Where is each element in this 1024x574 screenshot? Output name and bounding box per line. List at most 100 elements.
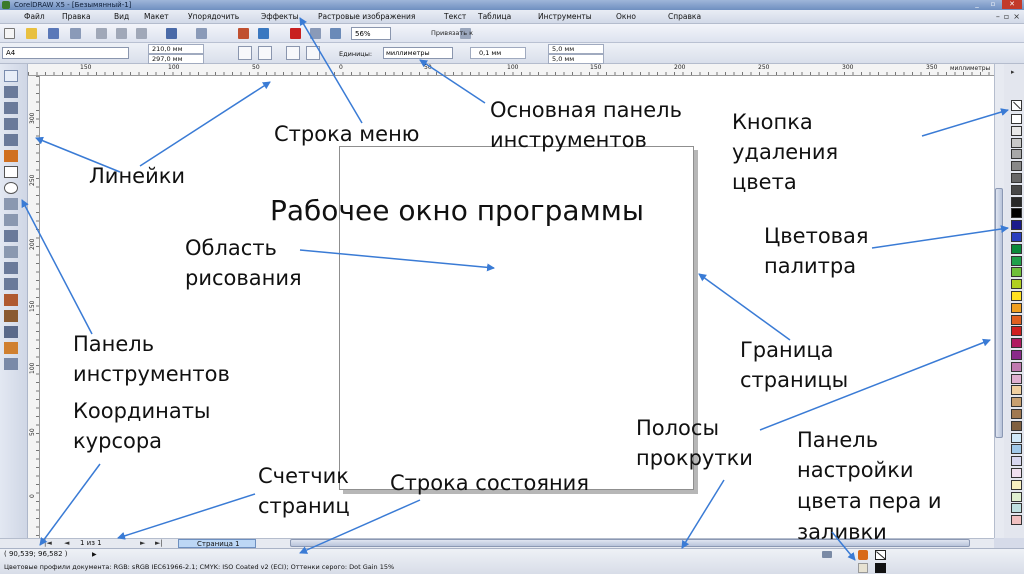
- menu-text[interactable]: Текст: [444, 10, 466, 24]
- palette-swatch[interactable]: [1011, 125, 1022, 136]
- menu-bitmaps[interactable]: Растровые изображения: [318, 10, 415, 24]
- table-tool-icon[interactable]: [4, 246, 18, 258]
- undo-icon[interactable]: [166, 28, 177, 39]
- palette-swatch[interactable]: [1011, 491, 1022, 502]
- dimension-tool-icon[interactable]: [4, 262, 18, 274]
- crop-tool-icon[interactable]: [4, 102, 18, 114]
- palette-swatch[interactable]: [1011, 350, 1022, 360]
- pick-tool-icon[interactable]: [4, 70, 18, 82]
- cut-icon[interactable]: [96, 28, 107, 39]
- palette-swatch[interactable]: [1011, 361, 1022, 372]
- portrait-button[interactable]: [238, 46, 252, 60]
- palette-swatch[interactable]: [1011, 338, 1022, 349]
- palette-swatch[interactable]: [1011, 243, 1022, 254]
- palette-swatch[interactable]: [1011, 468, 1022, 478]
- palette-swatch[interactable]: [1011, 314, 1022, 325]
- shape-tool-icon[interactable]: [4, 86, 18, 98]
- palette-swatch[interactable]: [1011, 432, 1022, 443]
- import-icon[interactable]: [238, 28, 249, 39]
- menu-help[interactable]: Справка: [668, 10, 701, 24]
- palette-swatch[interactable]: [1011, 173, 1022, 183]
- connector-tool-icon[interactable]: [4, 278, 18, 290]
- new-icon[interactable]: [4, 28, 15, 39]
- palette-swatch[interactable]: [1011, 444, 1022, 455]
- eyedropper-tool-icon[interactable]: [4, 310, 18, 322]
- palette-swatch[interactable]: [1011, 149, 1022, 160]
- menu-arrange[interactable]: Упорядочить: [188, 10, 239, 24]
- outline-color-swatch[interactable]: [875, 563, 886, 573]
- menu-layout[interactable]: Макет: [144, 10, 169, 24]
- palette-swatch[interactable]: [1011, 397, 1022, 408]
- palette-swatch[interactable]: [1011, 267, 1022, 278]
- close-button[interactable]: ✕: [1002, 0, 1022, 9]
- fill-color-swatch[interactable]: [875, 550, 886, 560]
- minimize-button[interactable]: _: [970, 0, 984, 9]
- zoom-tool-icon[interactable]: [4, 118, 18, 130]
- palette-swatch[interactable]: [1011, 515, 1022, 526]
- first-page-button[interactable]: |◄: [44, 539, 52, 547]
- doc-close-icon[interactable]: ×: [1013, 10, 1020, 24]
- palette-swatch[interactable]: [1011, 326, 1022, 337]
- page-height-field[interactable]: 297,0 мм: [148, 54, 204, 64]
- color-profiles-text[interactable]: Цветовые профили документа: RGB: sRGB IE…: [4, 563, 394, 571]
- menu-view[interactable]: Вид: [114, 10, 129, 24]
- palette-swatch[interactable]: [1011, 184, 1022, 195]
- previous-page-button[interactable]: ◄: [64, 539, 69, 547]
- palette-swatch[interactable]: [1011, 420, 1022, 431]
- camera-icon[interactable]: [822, 551, 832, 558]
- next-page-button[interactable]: ►: [140, 539, 145, 547]
- current-page-button[interactable]: [306, 46, 320, 60]
- blend-tool-icon[interactable]: [4, 294, 18, 306]
- palette-menu-icon[interactable]: ▸: [1011, 68, 1015, 76]
- paste-icon[interactable]: [136, 28, 147, 39]
- palette-swatch[interactable]: [1011, 479, 1022, 490]
- landscape-button[interactable]: [258, 46, 272, 60]
- duplicate-y-field[interactable]: 5,0 мм: [548, 54, 604, 64]
- freehand-tool-icon[interactable]: [4, 134, 18, 146]
- palette-swatch[interactable]: [1011, 232, 1022, 242]
- ellipse-tool-icon[interactable]: [4, 182, 18, 194]
- menu-window[interactable]: Окно: [616, 10, 636, 24]
- doc-minimize-icon[interactable]: –: [996, 10, 1000, 24]
- palette-swatch[interactable]: [1011, 291, 1022, 301]
- publish-pdf-icon[interactable]: [290, 28, 301, 39]
- palette-swatch[interactable]: [1011, 302, 1022, 313]
- welcome-screen-icon[interactable]: [330, 28, 341, 39]
- menu-tools[interactable]: Инструменты: [538, 10, 592, 24]
- outline-tool-icon[interactable]: [4, 326, 18, 338]
- palette-swatch[interactable]: [1011, 385, 1022, 396]
- rectangle-tool-icon[interactable]: [4, 166, 18, 178]
- palette-swatch[interactable]: [1011, 456, 1022, 467]
- interactive-fill-tool-icon[interactable]: [4, 358, 18, 370]
- doc-restore-icon[interactable]: ▫: [1004, 10, 1009, 24]
- palette-swatch[interactable]: [1011, 220, 1022, 231]
- application-launcher-icon[interactable]: [310, 28, 321, 39]
- page-width-field[interactable]: 210,0 мм: [148, 44, 204, 54]
- basic-shapes-tool-icon[interactable]: [4, 214, 18, 226]
- text-tool-icon[interactable]: [4, 230, 18, 242]
- save-icon[interactable]: [48, 28, 59, 39]
- print-icon[interactable]: [70, 28, 81, 39]
- zoom-level-select[interactable]: 56%: [351, 27, 391, 40]
- menu-effects[interactable]: Эффекты: [261, 10, 299, 24]
- menu-edit[interactable]: Правка: [62, 10, 91, 24]
- page-size-select[interactable]: A4: [2, 47, 129, 59]
- palette-swatch[interactable]: [1011, 255, 1022, 266]
- palette-swatch[interactable]: [1011, 409, 1022, 419]
- units-select[interactable]: миллиметры: [383, 47, 453, 59]
- menu-file[interactable]: Файл: [24, 10, 45, 24]
- copy-icon[interactable]: [116, 28, 127, 39]
- duplicate-x-field[interactable]: 5,0 мм: [548, 44, 604, 54]
- page-tab[interactable]: Страница 1: [178, 539, 256, 548]
- coords-expand-icon[interactable]: ▶: [92, 551, 97, 558]
- palette-swatch[interactable]: [1011, 208, 1022, 219]
- palette-swatch[interactable]: [1011, 279, 1022, 290]
- all-pages-button[interactable]: [286, 46, 300, 60]
- palette-swatch[interactable]: [1011, 114, 1022, 124]
- snap-to-dropdown[interactable]: Привязать к: [431, 27, 473, 40]
- no-color-swatch[interactable]: [1011, 100, 1022, 111]
- nudge-distance-field[interactable]: 0,1 мм: [470, 47, 526, 59]
- palette-swatch[interactable]: [1011, 161, 1022, 172]
- vertical-scroll-thumb[interactable]: [995, 188, 1003, 438]
- palette-swatch[interactable]: [1011, 196, 1022, 207]
